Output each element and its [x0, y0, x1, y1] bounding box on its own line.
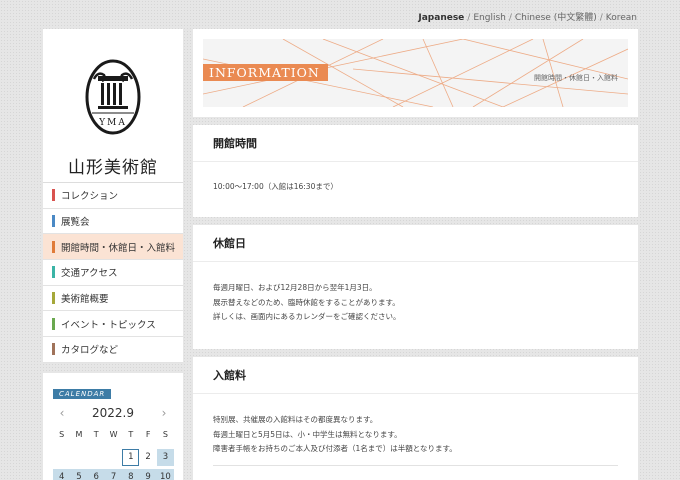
section-title: 入館料	[193, 357, 638, 394]
lang-english[interactable]: English	[473, 13, 506, 23]
closed-line: 詳しくは、画面内にあるカレンダーをご確認ください。	[213, 312, 401, 321]
nav-item-information[interactable]: 開館時間・休館日・入館料	[43, 234, 183, 261]
lang-separator: /	[467, 13, 471, 23]
lang-chinese[interactable]: Chinese (中文繁體)	[515, 13, 597, 23]
nav-item-access[interactable]: 交通アクセス	[43, 260, 183, 286]
nav-item-label: 展覧会	[61, 217, 90, 229]
nav-color-bar	[52, 343, 55, 356]
calendar-day-closed[interactable]: 5	[70, 468, 88, 480]
nav-item-about[interactable]: 美術館概要	[43, 286, 183, 312]
weekday-label: S	[59, 429, 65, 439]
page-banner: INFORMATION 開館時間・休館日・入館料	[193, 29, 638, 117]
next-month-icon[interactable]: ›	[157, 406, 171, 420]
nav-color-bar	[52, 189, 55, 202]
site-name: 山形美術館	[68, 158, 158, 178]
weekday-label: T	[93, 429, 99, 439]
sidebar: YMA 山形美術館 コレクション 展覧会 開館時間・休館日・入館料 交通アクセス…	[43, 29, 183, 480]
nav-item-exhibitions[interactable]: 展覧会	[43, 209, 183, 235]
nav-item-label: コレクション	[61, 191, 119, 203]
calendar-header: ‹ 2022.9 ›	[53, 406, 173, 420]
closed-days-section: 休館日 毎週月曜日、および12月28日から翌年1月3日。 展示替えなどのため、臨…	[193, 225, 638, 349]
hours-text: 10:00～17:00（入館は16:30まで）	[213, 182, 338, 191]
nav-color-bar	[52, 266, 55, 279]
calendar-day-closed[interactable]: 7	[104, 468, 123, 480]
nav-item-catalogs[interactable]: カタログなど	[43, 337, 183, 363]
nav-item-label: 美術館概要	[61, 294, 109, 306]
weekday-label: S	[162, 429, 168, 439]
calendar-day-closed[interactable]: 10	[156, 468, 175, 480]
calendar-day-closed[interactable]: 6	[87, 468, 105, 480]
main-content: INFORMATION 開館時間・休館日・入館料 開館時間 10:00～17:0…	[193, 29, 638, 480]
calendar-day-closed[interactable]: 9	[139, 468, 157, 480]
calendar-day-closed[interactable]: 4	[53, 468, 71, 480]
hours-section: 開館時間 10:00～17:00（入館は16:30まで）	[193, 125, 638, 217]
calendar-day-closed[interactable]: 8	[122, 468, 140, 480]
calendar-day-closed[interactable]: 3	[156, 448, 175, 466]
calendar-week: 1 2 3	[53, 448, 175, 466]
nav-color-bar	[52, 292, 55, 305]
calendar-week: 4 5 6 7 8 9 10	[53, 468, 175, 480]
section-body: 10:00～17:00（入館は16:30まで）	[193, 162, 638, 195]
admission-line: 障害者手帳をお持ちのご本人及び付添者（1名まで）は半額となります。	[213, 444, 457, 453]
nav-item-label: 交通アクセス	[61, 268, 118, 280]
closed-line: 毎週月曜日、および12月28日から翌年1月3日。	[213, 283, 377, 292]
nav-color-bar	[52, 240, 55, 253]
page-title: INFORMATION	[203, 64, 328, 81]
calendar-widget: CALENDAR ‹ 2022.9 › S M T W T F S 1 2 3 …	[43, 372, 183, 480]
lang-korean[interactable]: Korean	[606, 13, 637, 23]
calendar-month: 2022.9	[92, 405, 134, 420]
divider	[213, 464, 618, 466]
nav-item-label: カタログなど	[61, 345, 119, 357]
nav-item-label: 開館時間・休館日・入館料	[61, 242, 176, 254]
nav-item-collection[interactable]: コレクション	[43, 183, 183, 209]
section-body: 特別展、共催展の入館料はその都度異なります。 毎週土曜日と5月5日は、小・中学生…	[193, 394, 638, 457]
banner-graphic: INFORMATION 開館時間・休館日・入館料	[203, 39, 628, 107]
admission-line: 毎週土曜日と5月5日は、小・中学生は無料となります。	[213, 429, 402, 439]
nav-color-bar	[52, 317, 55, 330]
weekday-label: F	[145, 429, 151, 439]
weekday-label: T	[128, 429, 134, 439]
nav-item-label: イベント・トピックス	[61, 319, 156, 331]
calendar-day-blank	[88, 449, 105, 466]
site-logo[interactable]: YMA 山形美術館	[43, 29, 183, 182]
calendar-day-blank	[70, 449, 87, 466]
calendar-day-blank	[53, 449, 70, 466]
lang-japanese[interactable]: Japanese	[418, 13, 464, 23]
lang-separator: /	[508, 13, 512, 23]
calendar-day[interactable]: 2	[139, 449, 156, 466]
calendar-day-blank	[105, 449, 122, 466]
breadcrumb: 開館時間・休館日・入館料	[534, 74, 618, 82]
language-switcher: Japanese / English / Chinese (中文繁體) / Korean	[418, 10, 637, 23]
admission-line: 特別展、共催展の入館料はその都度異なります。	[213, 415, 378, 424]
calendar-weekdays: S M T W T F S	[53, 426, 173, 443]
calendar-badge: CALENDAR	[53, 388, 112, 399]
prev-month-icon[interactable]: ‹	[55, 406, 69, 420]
admission-section: 入館料 特別展、共催展の入館料はその都度異なります。 毎週土曜日と5月5日は、小…	[193, 357, 638, 480]
section-title: 休館日	[193, 225, 638, 262]
weekday-label: M	[75, 429, 83, 439]
museum-emblem-icon: YMA	[85, 59, 141, 135]
section-body: 毎週月曜日、および12月28日から翌年1月3日。 展示替えなどのため、臨時休館を…	[193, 262, 638, 325]
nav-item-events[interactable]: イベント・トピックス	[43, 311, 183, 338]
nav-color-bar	[52, 215, 55, 228]
emblem-text: YMA	[98, 118, 127, 128]
lang-separator: /	[599, 13, 603, 23]
weekday-label: W	[109, 429, 118, 439]
main-nav: コレクション 展覧会 開館時間・休館日・入館料 交通アクセス 美術館概要 イベン…	[43, 182, 183, 363]
section-title: 開館時間	[193, 125, 638, 162]
calendar-day-today[interactable]: 1	[122, 448, 140, 466]
closed-line: 展示替えなどのため、臨時休館をすることがあります。	[213, 297, 400, 307]
